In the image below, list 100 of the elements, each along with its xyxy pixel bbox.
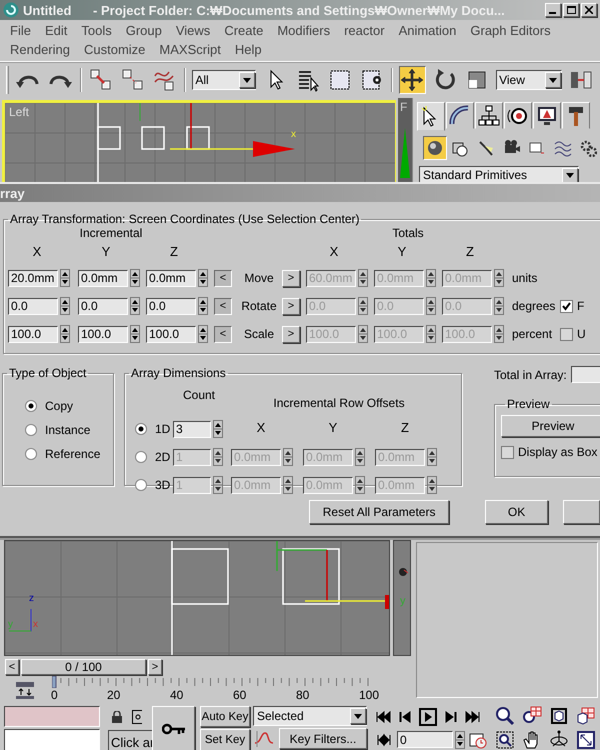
menu-item[interactable]: Help <box>234 42 262 57</box>
dropdown[interactable]: View <box>496 70 562 90</box>
panel-tab[interactable] <box>562 102 590 129</box>
number-field[interactable]: 3 <box>173 420 211 438</box>
menu-item[interactable]: Create <box>224 23 264 38</box>
checkbox[interactable] <box>560 328 573 340</box>
viewport[interactable]: F <box>398 98 412 182</box>
menu-item[interactable]: Tools <box>81 23 112 38</box>
spinner-arrows[interactable] <box>455 730 465 748</box>
auto-key-button[interactable]: Auto Key <box>200 706 250 727</box>
checkbox-label[interactable]: F <box>577 299 584 313</box>
spinner-arrows[interactable] <box>355 448 365 466</box>
menu-item[interactable]: Views <box>176 23 210 38</box>
key-mode-icon[interactable] <box>375 732 393 748</box>
spinner-arrows[interactable] <box>355 476 365 494</box>
key-filters-button[interactable]: Key Filters... <box>279 728 367 749</box>
arrow-button[interactable]: < <box>214 326 232 342</box>
spinner-arrows[interactable] <box>130 269 140 287</box>
maximize-button[interactable] <box>563 3 579 17</box>
reset-button[interactable]: Reset All Parameters <box>309 500 450 524</box>
spinner-arrows[interactable] <box>426 269 436 287</box>
spinner-arrows[interactable] <box>426 325 436 343</box>
spinner-arrows[interactable] <box>494 269 504 287</box>
total-field[interactable] <box>570 366 600 383</box>
panel-tab[interactable] <box>504 102 532 129</box>
checkbox-label[interactable]: Display as Box <box>518 445 598 459</box>
number-field[interactable]: 0.0mm <box>78 270 128 286</box>
number-field[interactable]: 20.0mm <box>8 270 58 286</box>
checkbox[interactable] <box>501 446 514 458</box>
set-key-button[interactable]: Set Key <box>200 729 250 750</box>
script-field[interactable] <box>4 729 100 750</box>
spinner-arrows[interactable] <box>213 420 223 438</box>
spinner-arrows[interactable] <box>60 325 70 343</box>
key-button[interactable] <box>152 706 195 750</box>
radio-label[interactable]: Reference <box>45 447 100 461</box>
move-button[interactable] <box>399 66 426 94</box>
menu-item[interactable]: Animation <box>398 23 456 38</box>
arrow-button[interactable]: > <box>282 326 300 342</box>
checkbox-label[interactable]: U <box>577 327 586 341</box>
radio-label[interactable]: Instance <box>45 423 90 437</box>
cancel-button[interactable] <box>562 500 600 524</box>
spinner-arrows[interactable] <box>213 448 223 466</box>
menu-item[interactable]: Customize <box>84 42 146 57</box>
minimize-button[interactable] <box>545 3 561 17</box>
spinner-arrows[interactable] <box>130 297 140 315</box>
arrow-button[interactable]: < <box>214 298 232 314</box>
menu-item[interactable]: MAXScript <box>159 42 221 57</box>
radio-button[interactable] <box>25 448 37 460</box>
number-field[interactable]: 100.0 <box>8 326 58 342</box>
panel-tab[interactable] <box>417 102 445 131</box>
radio-label[interactable]: 1D <box>155 422 170 436</box>
panel-tab[interactable] <box>446 102 474 129</box>
menu-item[interactable]: File <box>10 23 31 38</box>
spinner-arrows[interactable] <box>494 297 504 315</box>
spinner-arrows[interactable] <box>283 448 293 466</box>
radio-button[interactable] <box>25 400 37 412</box>
arrow-button[interactable]: > <box>282 270 300 286</box>
curve-icon[interactable] <box>253 728 275 748</box>
menu-item[interactable]: Edit <box>44 23 68 38</box>
ok-button[interactable]: OK <box>485 500 548 524</box>
spinner-arrows[interactable] <box>358 325 368 343</box>
spinner-arrows[interactable] <box>213 476 223 494</box>
number-field[interactable]: 0.0 <box>146 298 196 314</box>
dropdown[interactable]: All <box>192 70 256 90</box>
menu-item[interactable]: Rendering <box>10 42 70 57</box>
spinner-arrows[interactable] <box>130 325 140 343</box>
number-field[interactable]: 0.0 <box>8 298 58 314</box>
spinner-arrows[interactable] <box>358 269 368 287</box>
menu-item[interactable]: Graph Editors <box>470 23 551 38</box>
color-swatch[interactable] <box>4 706 100 727</box>
number-field[interactable]: 0.0mm <box>146 270 196 286</box>
menu-item[interactable]: Group <box>126 23 162 38</box>
category-button[interactable] <box>423 136 447 160</box>
preview-button[interactable]: Preview <box>501 415 600 437</box>
spinner-arrows[interactable] <box>426 297 436 315</box>
next-button[interactable]: > <box>148 659 162 675</box>
viewport-label[interactable]: F <box>400 100 408 114</box>
spinner-arrows[interactable] <box>60 269 70 287</box>
radio-button[interactable] <box>135 423 147 435</box>
spinner-arrows[interactable] <box>494 325 504 343</box>
spinner-arrows[interactable] <box>358 297 368 315</box>
spinner-arrows[interactable] <box>283 476 293 494</box>
menu-item[interactable]: reactor <box>344 23 385 38</box>
spinner-arrows[interactable] <box>198 269 208 287</box>
panel-tab[interactable] <box>533 102 561 129</box>
close-button[interactable] <box>581 3 597 17</box>
number-field[interactable]: 0 <box>397 731 453 748</box>
arrow-button[interactable]: < <box>214 270 232 286</box>
time-configuration-icon[interactable] <box>469 730 487 748</box>
number-field[interactable]: 100.0 <box>146 326 196 342</box>
spinner-arrows[interactable] <box>198 325 208 343</box>
spinner-arrows[interactable] <box>60 297 70 315</box>
play-button[interactable] <box>419 708 437 726</box>
checkbox[interactable] <box>560 300 573 312</box>
spinner-arrows[interactable] <box>427 448 437 466</box>
spinner-arrows[interactable] <box>427 476 437 494</box>
previous-button[interactable]: < <box>5 659 19 675</box>
number-field[interactable]: 100.0 <box>78 326 128 342</box>
dropdown[interactable]: Standard Primitives <box>419 166 579 182</box>
track-bar[interactable]: 0 20 40 60 80 100 <box>52 676 386 704</box>
